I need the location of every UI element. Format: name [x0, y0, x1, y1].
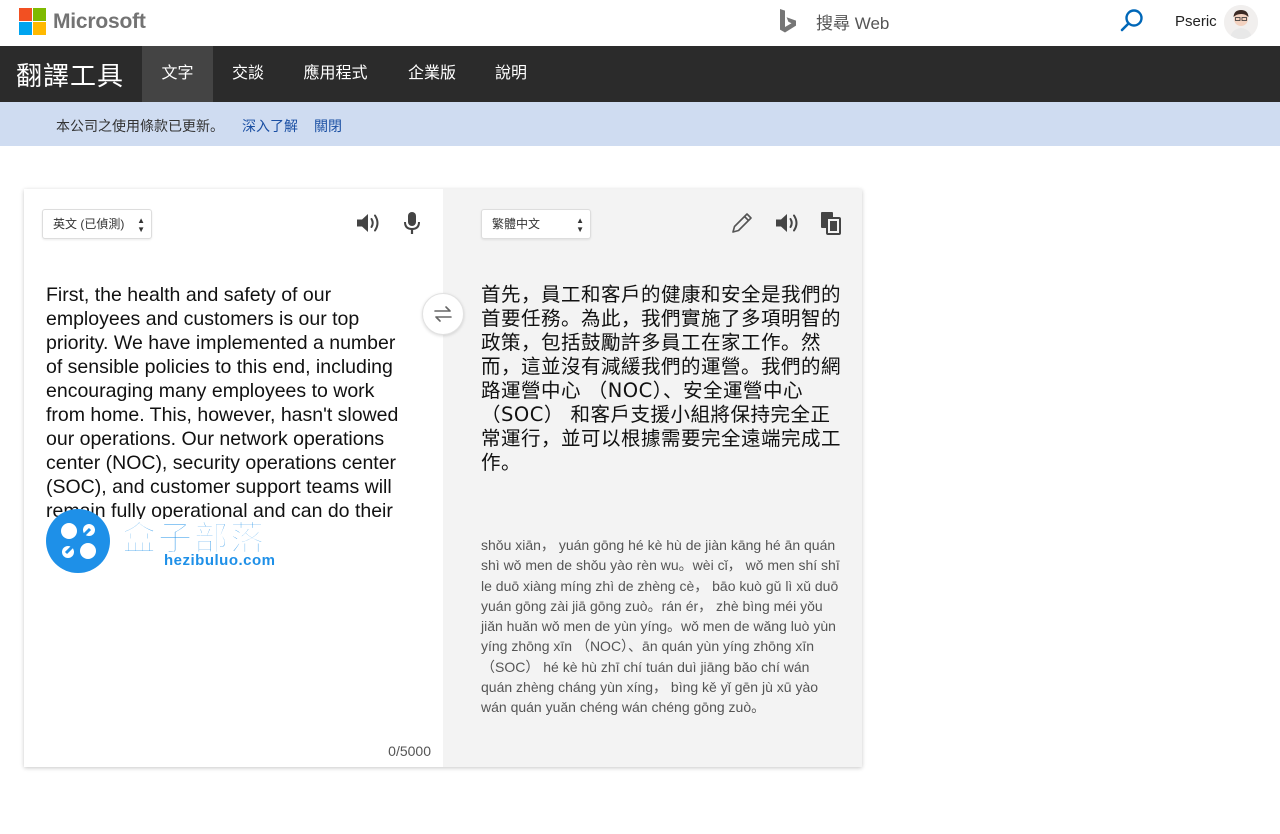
copy-icon — [821, 212, 841, 235]
swap-languages-button[interactable] — [422, 293, 464, 335]
source-language-select[interactable]: 英文 (已偵測) ▲ ▼ — [42, 209, 152, 239]
target-pane: 繁體中文 ▲▼ 首先，員工和客戶的健康和安全是我們的首要任務。為此，我們實施了 — [443, 189, 862, 767]
tab-apps[interactable]: 應用程式 — [283, 46, 388, 102]
notice-message: 本公司之使用條款已更新。 — [56, 118, 224, 134]
app-title[interactable]: 翻譯工具 — [16, 56, 124, 93]
site-watermark: 盒子部落 hezibuluo.com — [46, 507, 306, 573]
microsoft-logo[interactable]: Microsoft — [19, 8, 146, 35]
source-pane: 英文 (已偵測) ▲ ▼ First, the health and safety… — [24, 189, 443, 767]
swap-icon — [434, 306, 452, 322]
target-language-select[interactable]: 繁體中文 ▲ ▼ — [481, 209, 591, 239]
translator-card: 英文 (已偵測) ▲ ▼ First, the health and safety… — [24, 189, 862, 767]
translated-text: 首先，員工和客戶的健康和安全是我們的首要任務。為此，我們實施了多項明智的政策，包… — [481, 283, 842, 474]
source-language-value: 英文 (已偵測) — [53, 217, 125, 231]
tab-text[interactable]: 文字 — [142, 46, 213, 102]
watermark-logo-icon — [46, 509, 110, 573]
transliteration-text: shǒu xiān， yuán gōng hé kè hù de jiàn kā… — [481, 537, 840, 716]
user-avatar[interactable] — [1224, 5, 1258, 39]
bing-search-label: 搜尋 Web — [816, 13, 890, 33]
microphone-icon — [404, 212, 420, 234]
tab-conversation[interactable]: 交談 — [213, 46, 283, 102]
microphone-button[interactable] — [398, 209, 426, 237]
microsoft-logo-icon — [19, 8, 46, 35]
select-arrows-icon: ▲ ▼ — [137, 216, 145, 234]
top-header: Microsoft 搜尋 Web Pseric — [0, 0, 1280, 46]
character-count: 0/5000 — [388, 743, 431, 759]
tab-enterprise[interactable]: 企業版 — [388, 46, 476, 102]
learn-more-link[interactable]: 深入了解 — [242, 116, 298, 136]
main-nav: 翻譯工具 文字 交談 應用程式 企業版 說明 — [0, 46, 1280, 102]
target-speaker-button[interactable] — [773, 209, 801, 237]
bing-icon — [780, 9, 796, 33]
bing-search-link[interactable]: 搜尋 Web — [778, 8, 889, 34]
speaker-icon — [776, 214, 798, 232]
source-speaker-button[interactable] — [354, 209, 382, 237]
edit-translation-button[interactable] — [728, 209, 756, 237]
select-arrows-icon: ▲ ▼ — [576, 216, 584, 234]
target-language-value: 繁體中文 — [492, 217, 541, 231]
terms-notice-banner: 本公司之使用條款已更新。 深入了解 關閉 — [0, 102, 1280, 146]
source-text-input[interactable]: First, the health and safety of our empl… — [46, 283, 416, 519]
tab-help[interactable]: 說明 — [476, 46, 546, 102]
close-notice-link[interactable]: 關閉 — [314, 116, 342, 136]
watermark-url: hezibuluo.com — [164, 552, 276, 569]
search-icon[interactable] — [1119, 8, 1145, 34]
speaker-icon — [357, 214, 379, 232]
copy-button[interactable] — [817, 209, 845, 237]
pencil-icon — [732, 213, 752, 233]
user-name[interactable]: Pseric — [1175, 13, 1217, 30]
microsoft-wordmark: Microsoft — [53, 9, 146, 33]
